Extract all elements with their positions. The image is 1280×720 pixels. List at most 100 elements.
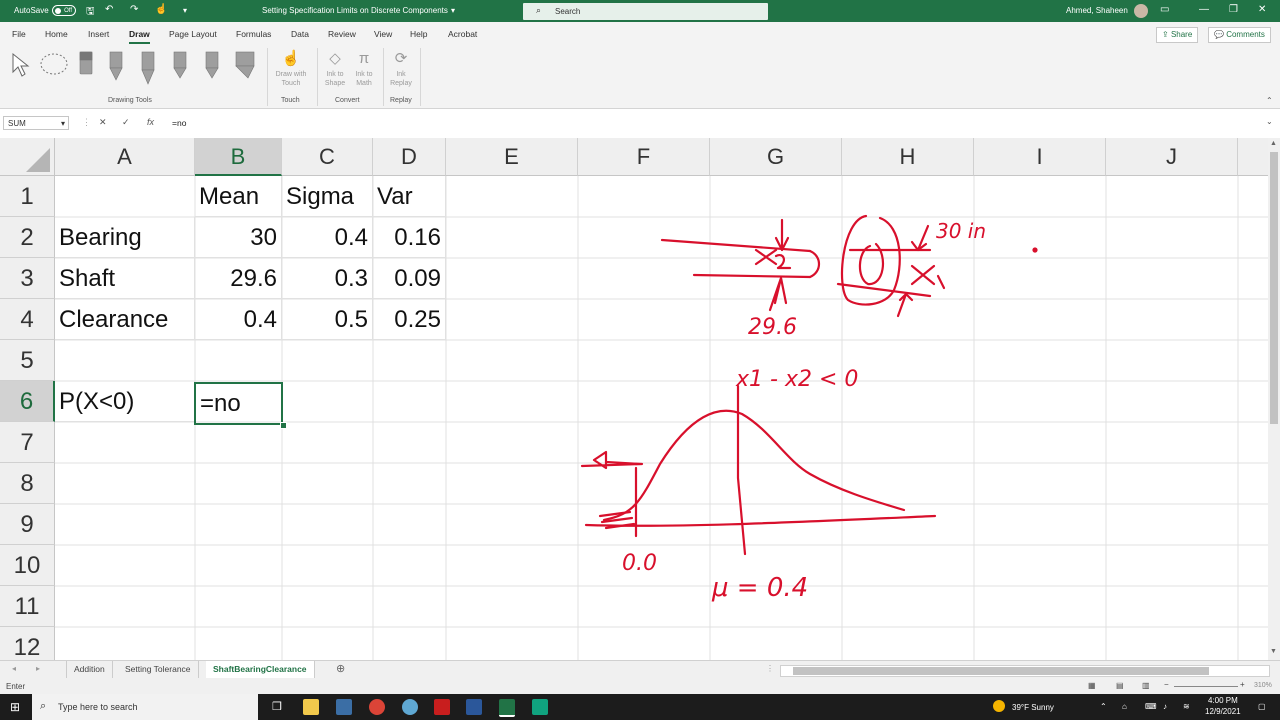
tab-formulas[interactable]: Formulas: [236, 29, 271, 39]
name-box-dropdown-icon[interactable]: ▾: [61, 117, 65, 131]
sheet-prev-icon[interactable]: ◂: [12, 664, 16, 673]
windows-start-icon[interactable]: ⊞: [10, 700, 20, 714]
cancel-icon[interactable]: ✕: [99, 117, 107, 128]
sheet-next-icon[interactable]: ▸: [36, 664, 40, 673]
worksheet-grid[interactable]: A B C D E F G H I J 1 2 3 4 5 6 7 8 9 10…: [0, 138, 1268, 660]
ink-bearing-arrow-bottom: [896, 292, 914, 318]
close-icon[interactable]: ✕: [1258, 4, 1266, 15]
ink-to-shape-button[interactable]: ◇ Ink to Shape: [320, 48, 350, 88]
ink-dim-arrow-bottom: [768, 276, 788, 312]
sheet-tab-bar: ◂ ▸ Addition Setting Tolerance ShaftBear…: [0, 660, 1280, 680]
taskbar-search[interactable]: ⌕ Type here to search: [32, 694, 258, 720]
minimize-icon[interactable]: —: [1199, 4, 1209, 15]
vertical-scrollbar[interactable]: ▲ ▼: [1268, 138, 1280, 660]
ink-shaft-bottom-line: [692, 273, 812, 279]
share-button[interactable]: ⇪ Share: [1156, 27, 1199, 43]
tab-page-layout[interactable]: Page Layout: [169, 29, 217, 39]
horizontal-scroll-thumb[interactable]: [793, 667, 1209, 675]
sheet-tab-addition[interactable]: Addition: [66, 661, 113, 678]
store-icon[interactable]: [336, 699, 352, 715]
chrome-icon[interactable]: [369, 699, 385, 715]
tray-overflow-icon[interactable]: ⌃: [1100, 702, 1107, 711]
draw-with-touch-label-2: Touch: [281, 80, 301, 87]
zoom-out-icon[interactable]: −: [1164, 680, 1169, 689]
user-name[interactable]: Ahmed, Shaheen: [1066, 6, 1128, 15]
normal-view-icon[interactable]: ▦: [1088, 681, 1096, 690]
excel-icon[interactable]: [499, 699, 515, 717]
ink-overlay: 29.6 30 in x1 - x2 < 0 0.0 μ = 0.4: [580, 214, 1038, 603]
draw-with-touch-button[interactable]: ☝ Draw with Touch: [272, 48, 310, 88]
clock-time[interactable]: 4:00 PM: [1208, 696, 1238, 705]
comments-button[interactable]: 💬 Comments: [1208, 27, 1271, 43]
language-icon[interactable]: ⌨: [1145, 702, 1157, 711]
ribbon-separator: [420, 48, 421, 106]
task-view-icon[interactable]: ❒: [272, 700, 282, 713]
tab-insert[interactable]: Insert: [88, 29, 109, 39]
redo-icon[interactable]: ↷: [130, 4, 138, 15]
zoom-in-icon[interactable]: +: [1240, 680, 1245, 689]
insert-function-icon[interactable]: fx: [147, 117, 154, 127]
page-layout-view-icon[interactable]: ▤: [1116, 681, 1124, 690]
ink-to-math-button[interactable]: π Ink to Math: [350, 48, 378, 88]
scroll-down-icon[interactable]: ▼: [1270, 648, 1277, 655]
document-title[interactable]: Setting Specification Limits on Discrete…: [262, 6, 448, 15]
scroll-up-icon[interactable]: ▲: [1270, 140, 1277, 147]
app-icon[interactable]: [402, 699, 418, 715]
sheet-options-icon[interactable]: ⋮: [766, 664, 774, 673]
word-icon[interactable]: [466, 699, 482, 715]
formula-input[interactable]: =no: [172, 118, 186, 128]
acrobat-icon[interactable]: [434, 699, 450, 715]
tab-acrobat[interactable]: Acrobat: [448, 29, 477, 39]
ink-label-30in: 30 in: [936, 219, 986, 243]
tab-home[interactable]: Home: [45, 29, 68, 39]
add-sheet-icon[interactable]: ⊕: [336, 662, 345, 675]
select-cursor-icon[interactable]: [10, 52, 32, 78]
lasso-select-icon[interactable]: [38, 52, 70, 80]
weather-icon[interactable]: [993, 700, 1005, 712]
name-box[interactable]: SUM ▾: [3, 116, 69, 130]
weather-text[interactable]: 39°F Sunny: [1012, 703, 1054, 712]
drawing-tools-group-label: Drawing Tools: [108, 97, 152, 104]
touch-mode-icon[interactable]: ☝: [155, 4, 167, 15]
vertical-scroll-thumb[interactable]: [1270, 152, 1278, 424]
zoom-slider[interactable]: [1174, 686, 1238, 687]
collapse-ribbon-icon[interactable]: ⌃: [1266, 96, 1273, 105]
ink-replay-button[interactable]: ⟳ Ink Replay: [386, 48, 416, 88]
ink-bearing-arrow-top: [910, 224, 930, 252]
formula-bar: [0, 113, 1280, 133]
more-icon: ⋮: [82, 117, 91, 127]
tab-file[interactable]: File: [12, 29, 26, 39]
customize-qat-icon[interactable]: ▾: [183, 6, 187, 15]
title-bar: AutoSave Off 🖫 ↶ ↷ ☝ ▾ Setting Specifica…: [0, 0, 1280, 22]
save-icon[interactable]: 🖫: [86, 4, 95, 21]
wifi-icon[interactable]: ≋: [1183, 702, 1190, 711]
clock-date[interactable]: 12/9/2021: [1205, 707, 1241, 716]
recorder-icon[interactable]: [532, 699, 548, 715]
pen-gallery[interactable]: [76, 48, 266, 88]
expand-formula-bar-icon[interactable]: ⌄: [1266, 117, 1273, 126]
sheet-tab-setting-tolerance[interactable]: Setting Tolerance: [118, 661, 199, 678]
avatar[interactable]: [1134, 4, 1148, 18]
restore-icon[interactable]: ❐: [1229, 4, 1238, 15]
file-explorer-icon[interactable]: [303, 699, 319, 715]
page-break-view-icon[interactable]: ▥: [1142, 681, 1150, 690]
title-dropdown-icon[interactable]: ▾: [451, 6, 455, 15]
comments-label: Comments: [1226, 30, 1265, 39]
tab-view[interactable]: View: [374, 29, 392, 39]
volume-icon[interactable]: ♪: [1163, 702, 1167, 711]
search-box[interactable]: ⌕ Search: [523, 3, 768, 20]
notifications-icon[interactable]: ▢: [1258, 702, 1266, 711]
enter-icon[interactable]: ✓: [122, 117, 130, 128]
ribbon-display-icon[interactable]: ▭: [1160, 4, 1169, 15]
ribbon-separator: [383, 48, 384, 106]
undo-icon[interactable]: ↶: [105, 4, 113, 15]
tab-help[interactable]: Help: [410, 29, 427, 39]
network-icon[interactable]: ⌂: [1122, 702, 1127, 711]
horizontal-scrollbar[interactable]: [780, 665, 1270, 677]
tab-review[interactable]: Review: [328, 29, 356, 39]
ink-shaft-top-line: [660, 238, 812, 253]
tab-data[interactable]: Data: [291, 29, 309, 39]
autosave-toggle[interactable]: Off: [52, 5, 76, 16]
zoom-level[interactable]: 310%: [1254, 682, 1272, 689]
tab-draw[interactable]: Draw: [129, 29, 150, 44]
